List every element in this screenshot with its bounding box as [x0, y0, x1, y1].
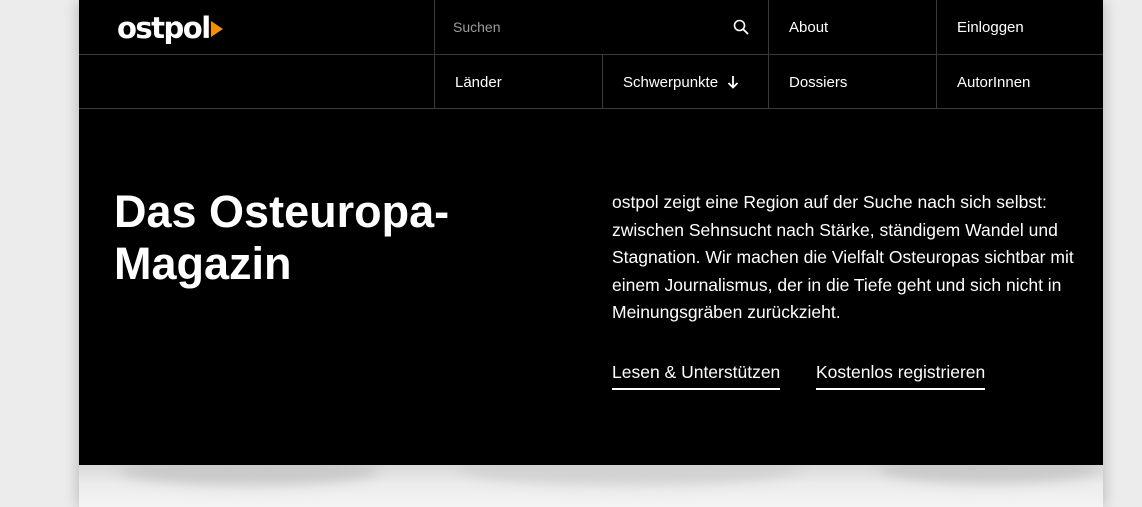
nav-focus-topics[interactable]: Schwerpunkte: [603, 55, 768, 109]
search-bar: [435, 0, 768, 54]
search-icon[interactable]: [732, 18, 750, 36]
nav-about[interactable]: About: [769, 0, 936, 54]
hero-image: [79, 465, 1103, 507]
logo-text: ostpol: [117, 11, 211, 45]
site-header: ostpol About Einloggen Länder Schwerpunk…: [79, 0, 1103, 109]
register-free-link[interactable]: Kostenlos registrieren: [816, 362, 986, 390]
arrow-down-icon: [727, 75, 739, 89]
hero-title: Das Osteuropa-Magazin: [114, 186, 450, 289]
nav-dossiers[interactable]: Dossiers: [769, 55, 936, 109]
page-container: ostpol About Einloggen Länder Schwerpunk…: [79, 0, 1103, 507]
search-input[interactable]: [453, 19, 732, 35]
nav-login[interactable]: Einloggen: [937, 0, 1103, 54]
cloud-shape: [459, 465, 799, 485]
cloud-shape: [119, 465, 379, 485]
nav-focus-topics-label: Schwerpunkte: [623, 73, 719, 91]
cloud-shape: [879, 465, 1099, 483]
site-logo[interactable]: ostpol: [117, 10, 223, 46]
nav-countries[interactable]: Länder: [435, 55, 602, 109]
nav-authors[interactable]: AutorInnen: [937, 55, 1103, 109]
hero-description: ostpol zeigt eine Region auf der Suche n…: [612, 192, 1074, 322]
logo-arrow-icon: [210, 21, 223, 37]
read-support-link[interactable]: Lesen & Unterstützen: [612, 362, 781, 390]
